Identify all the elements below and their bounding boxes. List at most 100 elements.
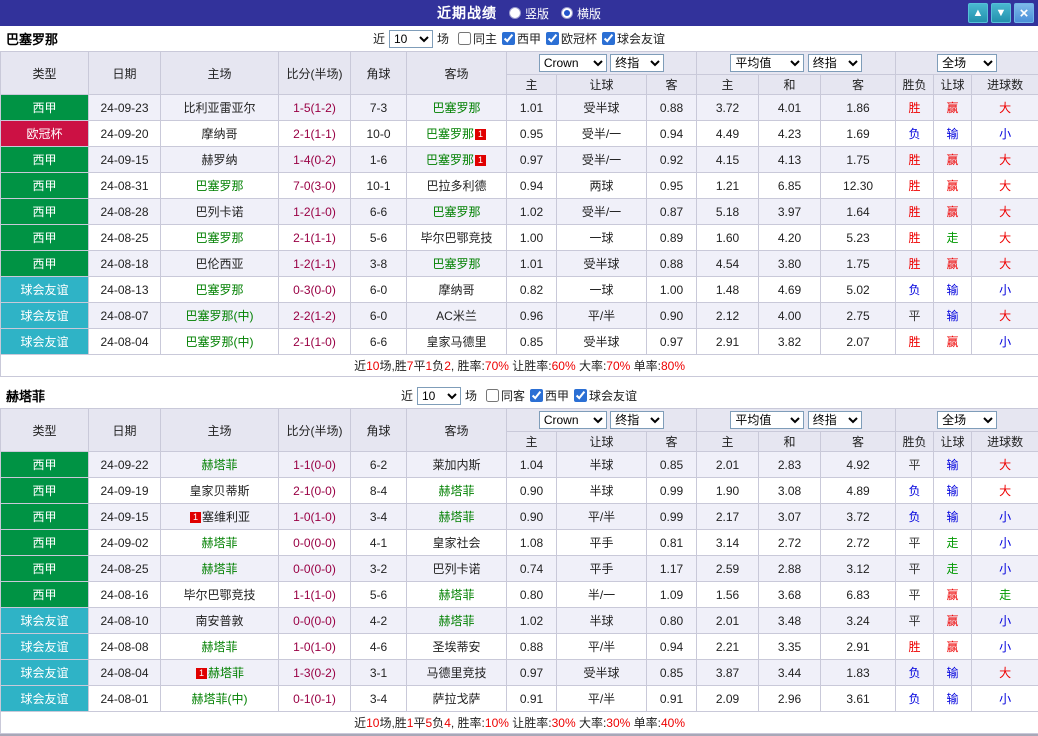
match-row: 球会友谊24-08-01赫塔菲(中)0-1(0-1)3-4萨拉戈萨0.91平/半… bbox=[1, 686, 1038, 712]
filter-checkbox-input[interactable] bbox=[458, 32, 471, 45]
avg-home-cell: 2.21 bbox=[697, 634, 759, 660]
result-cell: 胜 bbox=[896, 251, 934, 277]
away-team-cell: 巴塞罗那 bbox=[407, 199, 507, 225]
corner-cell: 8-4 bbox=[351, 478, 407, 504]
odds-company-select[interactable]: Crown bbox=[539, 411, 607, 429]
handicap-result-cell: 赢 bbox=[934, 199, 972, 225]
avg-away-cell: 2.75 bbox=[821, 303, 896, 329]
filter-checkbox-input[interactable] bbox=[486, 389, 499, 402]
avg-odds-select[interactable]: 平均值 bbox=[730, 54, 804, 72]
filter-checkbox-input[interactable] bbox=[602, 32, 615, 45]
filter-checkbox[interactable]: 同客 bbox=[486, 387, 525, 404]
home-team-name: 巴伦西亚 bbox=[195, 257, 243, 271]
result-cell: 胜 bbox=[896, 329, 934, 355]
corner-cell: 10-0 bbox=[351, 121, 407, 147]
away-odds-cell: 0.88 bbox=[647, 95, 697, 121]
match-rows: 西甲24-09-23比利亚雷亚尔1-5(1-2)7-3巴塞罗那1.01受半球0.… bbox=[1, 95, 1038, 355]
filter-checkbox-input[interactable] bbox=[530, 389, 543, 402]
home-team-cell: 南安普敦 bbox=[161, 608, 279, 634]
handicap-cell: 半球 bbox=[557, 452, 647, 478]
subcol-result: 胜负 bbox=[896, 432, 934, 452]
filter-checkbox[interactable]: 球会友谊 bbox=[602, 30, 665, 47]
col-header-score: 比分(半场) bbox=[279, 409, 351, 452]
home-team-name: 毕尔巴鄂竞技 bbox=[183, 588, 255, 602]
away-odds-cell: 0.85 bbox=[647, 660, 697, 686]
home-odds-cell: 1.01 bbox=[507, 251, 557, 277]
filter-checkbox[interactable]: 欧冠杯 bbox=[546, 30, 597, 47]
avg-away-cell: 4.89 bbox=[821, 478, 896, 504]
goals-cell: 大 bbox=[972, 660, 1038, 686]
away-team-cell: 毕尔巴鄂竞技 bbox=[407, 225, 507, 251]
avg-odds-select[interactable]: 平均值 bbox=[730, 411, 804, 429]
layout-radio-vertical[interactable]: 竖版 bbox=[509, 5, 549, 22]
corner-cell: 7-3 bbox=[351, 95, 407, 121]
home-team-cell: 摩纳哥 bbox=[161, 121, 279, 147]
radio-label: 竖版 bbox=[525, 5, 549, 22]
odds-stage-select[interactable]: 终指 bbox=[610, 54, 664, 72]
handicap-result-cell: 输 bbox=[934, 660, 972, 686]
subcol-avg-away: 客 bbox=[821, 432, 896, 452]
handicap-cell: 半/一 bbox=[557, 582, 647, 608]
corner-cell: 3-4 bbox=[351, 504, 407, 530]
away-team-cell: 巴塞罗那 bbox=[407, 95, 507, 121]
odds-stage-select[interactable]: 终指 bbox=[610, 411, 664, 429]
filter-checkbox-input[interactable] bbox=[574, 389, 587, 402]
subcol-avg-away: 客 bbox=[821, 75, 896, 95]
filter-checkbox[interactable]: 球会友谊 bbox=[574, 387, 637, 404]
avg-away-cell: 1.64 bbox=[821, 199, 896, 225]
avg-home-cell: 3.72 bbox=[697, 95, 759, 121]
filter-checkbox[interactable]: 同主 bbox=[458, 30, 497, 47]
filter-checkbox[interactable]: 西甲 bbox=[530, 387, 569, 404]
close-button[interactable]: × bbox=[1014, 3, 1034, 23]
home-odds-cell: 0.94 bbox=[507, 173, 557, 199]
euro-odds-header: 平均值 终指 bbox=[697, 409, 896, 432]
home-team-cell: 赫塔菲 bbox=[161, 452, 279, 478]
avg-draw-cell: 3.82 bbox=[759, 329, 821, 355]
home-odds-cell: 0.80 bbox=[507, 582, 557, 608]
handicap-result-cell: 赢 bbox=[934, 329, 972, 355]
avg-stage-select[interactable]: 终指 bbox=[808, 54, 862, 72]
home-team-cell: 巴列卡诺 bbox=[161, 199, 279, 225]
match-row: 球会友谊24-08-07巴塞罗那(中)2-2(1-2)6-0AC米兰0.96平/… bbox=[1, 303, 1038, 329]
away-team-cell: 巴塞罗那1 bbox=[407, 121, 507, 147]
handicap-result-cell: 赢 bbox=[934, 251, 972, 277]
summary-row: 近10场,胜1平5负4, 胜率:10% 让胜率:30% 大率:30% 单率:40… bbox=[1, 712, 1038, 734]
layout-radio-horizontal[interactable]: 横版 bbox=[561, 5, 601, 22]
handicap-result-cell: 输 bbox=[934, 277, 972, 303]
home-team-cell: 巴塞罗那(中) bbox=[161, 303, 279, 329]
filter-checkbox-input[interactable] bbox=[546, 32, 559, 45]
away-odds-cell: 0.89 bbox=[647, 225, 697, 251]
subcol-result: 胜负 bbox=[896, 75, 934, 95]
result-cell: 平 bbox=[896, 452, 934, 478]
handicap-result-cell: 输 bbox=[934, 504, 972, 530]
match-row: 西甲24-09-22赫塔菲1-1(0-0)6-2莱加内斯1.04半球0.852.… bbox=[1, 452, 1038, 478]
avg-stage-select[interactable]: 终指 bbox=[808, 411, 862, 429]
match-date-cell: 24-08-04 bbox=[89, 660, 161, 686]
red-card-badge: 1 bbox=[190, 512, 201, 523]
handicap-result-cell: 赢 bbox=[934, 634, 972, 660]
match-type-cell: 球会友谊 bbox=[1, 660, 89, 686]
subcol-avg-draw: 和 bbox=[759, 432, 821, 452]
scroll-down-button[interactable]: ▼ bbox=[991, 3, 1011, 23]
match-type-cell: 西甲 bbox=[1, 556, 89, 582]
home-odds-cell: 0.91 bbox=[507, 686, 557, 712]
recent-count-select[interactable]: 10 bbox=[417, 387, 461, 405]
score-cell: 2-1(0-0) bbox=[279, 478, 351, 504]
odds-company-select[interactable]: Crown bbox=[539, 54, 607, 72]
away-team-name: AC米兰 bbox=[436, 309, 477, 323]
score-cell: 2-1(1-1) bbox=[279, 225, 351, 251]
period-select[interactable]: 全场 bbox=[937, 54, 997, 72]
scroll-up-button[interactable]: ▲ bbox=[968, 3, 988, 23]
away-odds-cell: 0.87 bbox=[647, 199, 697, 225]
filter-checkbox[interactable]: 西甲 bbox=[502, 30, 541, 47]
corner-cell: 4-6 bbox=[351, 634, 407, 660]
recent-count-select[interactable]: 10 bbox=[389, 30, 433, 48]
filter-checkbox-input[interactable] bbox=[502, 32, 515, 45]
sections-container: 巴塞罗那 近 10 场 同主西甲欧冠杯球会友谊 类型 日期 主场 比分(半场) bbox=[0, 26, 1038, 734]
home-odds-cell: 1.00 bbox=[507, 225, 557, 251]
result-cell: 平 bbox=[896, 530, 934, 556]
home-odds-cell: 0.97 bbox=[507, 660, 557, 686]
period-select[interactable]: 全场 bbox=[937, 411, 997, 429]
subcol-avg-home: 主 bbox=[697, 432, 759, 452]
away-team-cell: 赫塔菲 bbox=[407, 478, 507, 504]
